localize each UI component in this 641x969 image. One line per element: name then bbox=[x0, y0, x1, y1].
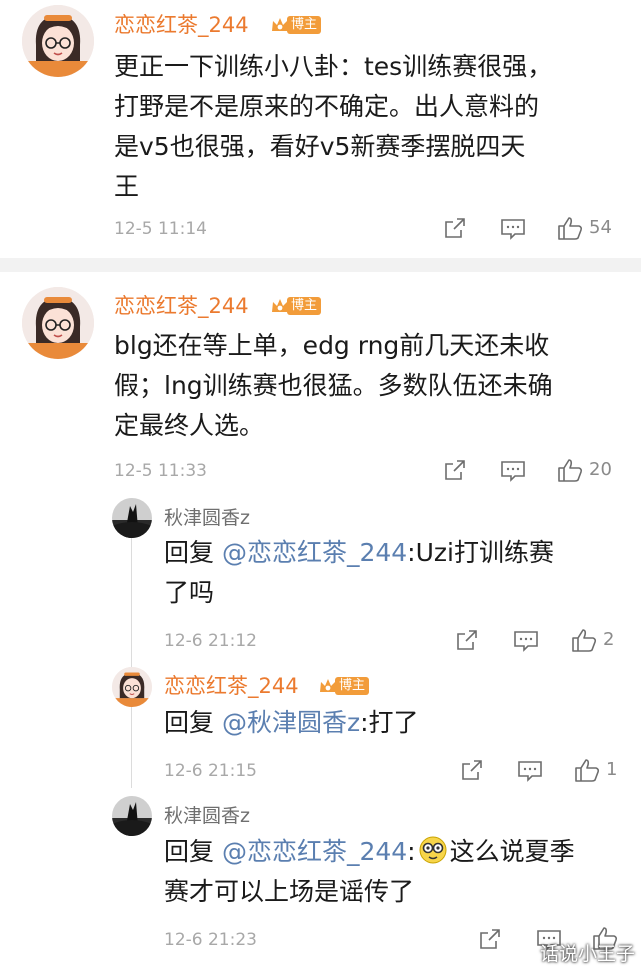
share-icon bbox=[480, 929, 500, 949]
text-line: 更正一下训练小八卦：tes训练赛很强， bbox=[114, 52, 553, 81]
text-line: 定最终人选。 bbox=[114, 411, 265, 440]
text-line: 打野是不是原来的不确定。出人意料的 bbox=[114, 92, 540, 121]
like-button[interactable]: 1 bbox=[574, 757, 617, 783]
text-line: blg还在等上单，edg rng前几天还未收 bbox=[114, 331, 550, 360]
share-button[interactable] bbox=[443, 458, 467, 482]
share-icon bbox=[445, 460, 465, 480]
comment-icon bbox=[518, 761, 542, 782]
like-button[interactable]: 54 bbox=[557, 215, 612, 241]
reply-thread-line bbox=[131, 538, 132, 788]
username[interactable]: 秋津圆香z bbox=[164, 803, 250, 829]
text-line: 假；lng训练赛也很猛。多数队伍还未确 bbox=[114, 371, 553, 400]
text-line: 赛才可以上场是谣传了 bbox=[164, 877, 415, 906]
comment-icon bbox=[501, 461, 525, 482]
author-badge: 博主 bbox=[318, 675, 370, 697]
timestamp: 12-5 11:14 bbox=[114, 219, 207, 239]
thumbs-up-icon bbox=[572, 629, 597, 652]
comment-button[interactable] bbox=[513, 629, 539, 653]
thumbs-up-icon bbox=[575, 759, 600, 782]
author-badge: 博主 bbox=[270, 295, 322, 317]
username[interactable]: 恋恋红茶_244 bbox=[114, 12, 249, 38]
share-icon bbox=[457, 630, 477, 650]
username[interactable]: 秋津圆香z bbox=[164, 505, 250, 531]
divider bbox=[0, 258, 641, 272]
text-line: 是v5也很强，看好v5新赛季摆脱四天 bbox=[114, 132, 526, 161]
share-icon bbox=[445, 218, 465, 238]
text-line: 了吗 bbox=[164, 578, 215, 607]
text-line: 回复 @恋恋红茶_244:Uzi打训练赛 bbox=[164, 533, 554, 573]
share-button[interactable] bbox=[478, 927, 502, 951]
comment-button[interactable] bbox=[500, 459, 526, 483]
reply-content: 这么说夏季 bbox=[449, 837, 575, 866]
timestamp: 12-6 21:23 bbox=[164, 930, 257, 950]
avatar[interactable] bbox=[22, 5, 94, 77]
comment-text: blg还在等上单，edg rng前几天还未收 假；lng训练赛也很猛。多数队伍还… bbox=[114, 326, 553, 446]
comment-text: 更正一下训练小八卦：tes训练赛很强， 打野是不是原来的不确定。出人意料的 是v… bbox=[114, 47, 552, 207]
text-line: 回复 @秋津圆香z:打了 bbox=[164, 703, 419, 743]
comment-button[interactable] bbox=[500, 217, 526, 241]
mention-link[interactable]: @秋津圆香z bbox=[222, 708, 360, 737]
reply-prefix: 回复 bbox=[164, 538, 222, 567]
reply-text: 回复 @秋津圆香z:打了 bbox=[164, 703, 419, 743]
author-badge: 博主 bbox=[270, 14, 322, 36]
share-icon bbox=[462, 760, 482, 780]
reply-content: :打了 bbox=[360, 708, 419, 737]
reply-text: 回复 @恋恋红茶_244: 这么说夏季 赛才可以上场是谣传了 bbox=[164, 832, 575, 912]
like-count: 20 bbox=[589, 459, 612, 480]
username[interactable]: 恋恋红茶_244 bbox=[114, 293, 249, 319]
reply-content: :Uzi打训练赛 bbox=[407, 538, 554, 567]
avatar[interactable] bbox=[22, 287, 94, 359]
thumbs-up-icon bbox=[558, 459, 583, 482]
badge-label: 博主 bbox=[287, 16, 322, 34]
share-button[interactable] bbox=[460, 758, 484, 782]
avatar[interactable] bbox=[112, 498, 152, 538]
mention-link[interactable]: @恋恋红茶_244 bbox=[222, 538, 407, 567]
comment-button[interactable] bbox=[517, 759, 543, 783]
like-count: 54 bbox=[589, 217, 612, 238]
timestamp: 12-6 21:12 bbox=[164, 631, 257, 651]
mention-link[interactable]: @恋恋红茶_244 bbox=[222, 837, 407, 866]
text-line: 回复 @恋恋红茶_244: 这么说夏季 bbox=[164, 832, 575, 872]
timestamp: 12-6 21:15 bbox=[164, 761, 257, 781]
comment-page: 恋恋红茶_244 博主 更正一下训练小八卦：tes训练赛很强， 打野是不是原来的… bbox=[0, 0, 641, 969]
like-button[interactable]: 20 bbox=[557, 457, 612, 483]
reply-text: 回复 @恋恋红茶_244:Uzi打训练赛 了吗 bbox=[164, 533, 554, 613]
like-button[interactable]: 2 bbox=[571, 627, 614, 653]
reply-content: : bbox=[407, 837, 416, 866]
comment-icon bbox=[501, 219, 525, 240]
thumbs-up-icon bbox=[558, 217, 583, 240]
timestamp: 12-5 11:33 bbox=[114, 461, 207, 481]
username[interactable]: 恋恋红茶_244 bbox=[164, 673, 299, 699]
comment-icon bbox=[514, 631, 538, 652]
badge-label: 博主 bbox=[335, 677, 370, 695]
text-line: 王 bbox=[114, 172, 140, 201]
reply-prefix: 回复 bbox=[164, 837, 222, 866]
badge-label: 博主 bbox=[287, 297, 322, 315]
share-button[interactable] bbox=[443, 216, 467, 240]
avatar[interactable] bbox=[112, 667, 152, 707]
like-count: 2 bbox=[603, 629, 615, 650]
watermark: 话说小王子 bbox=[540, 943, 636, 965]
reply-prefix: 回复 bbox=[164, 708, 222, 737]
like-count: 1 bbox=[606, 759, 618, 780]
avatar[interactable] bbox=[112, 796, 152, 836]
nerd-emoji-icon bbox=[418, 835, 448, 865]
share-button[interactable] bbox=[455, 628, 479, 652]
